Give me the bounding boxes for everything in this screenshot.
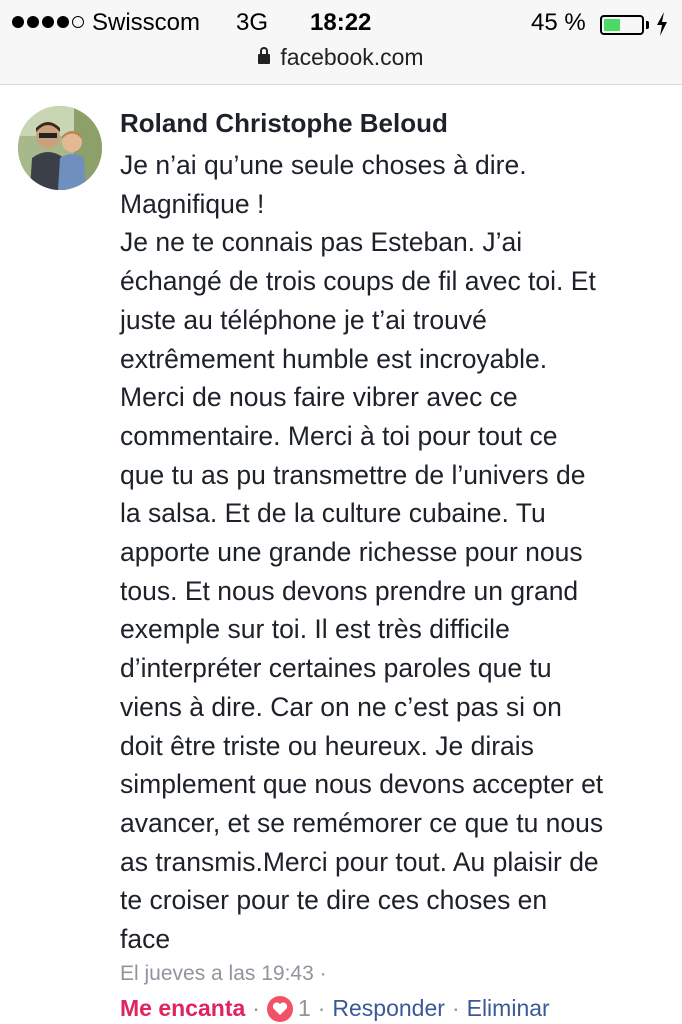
reaction-count[interactable]: 1	[298, 995, 311, 1022]
separator: ·	[252, 995, 260, 1021]
comment-text-line: échangé de trois coups de fil avec toi. …	[120, 266, 596, 297]
battery-percent: 45 %	[531, 9, 586, 36]
comment-text-line: d’interpréter certaines paroles que tu	[120, 653, 552, 684]
network-type: 3G	[236, 9, 269, 36]
carrier-name: Swisscom	[92, 9, 201, 36]
battery-icon	[600, 15, 644, 35]
love-reaction-button[interactable]: Me encanta	[120, 995, 245, 1022]
signal-strength-icon	[12, 16, 84, 28]
comment-text-line: doit être triste ou heureux. Je dirais	[120, 730, 534, 761]
comment-text-line: la salsa. Et de la culture cubaine. Tu	[120, 498, 546, 529]
comment-text-line: juste au téléphone je t’ai trouvé	[120, 304, 487, 335]
comment-text-line: tous. Et nous devons prendre un grand	[120, 575, 579, 606]
heart-icon[interactable]	[266, 995, 293, 1022]
comment-text-line: que tu as pu transmettre de l’univers de	[120, 459, 586, 490]
separator: ·	[451, 995, 460, 1021]
comment-text-line: Je n’ai qu’une seule choses à dire.	[120, 150, 527, 180]
comment-timestamp[interactable]: El jueves a las 19:43 ·	[120, 962, 327, 986]
comment-text-line: Merci de nous faire vibrer avec ce	[120, 382, 518, 413]
battery-nub	[646, 21, 649, 29]
comment-text-line: te croiser pour te dire ces choses en	[120, 885, 548, 916]
delete-button[interactable]: Eliminar	[467, 995, 550, 1022]
charging-bolt-icon	[657, 12, 667, 36]
comment-text-line: avancer, et se remémorer ce que tu nous	[120, 807, 604, 838]
url-text: facebook.com	[280, 44, 424, 70]
comment-text-line: apporte une grande richesse pour nous	[120, 537, 583, 568]
clock: 18:22	[310, 9, 372, 36]
comment-body: Je n’ai qu’une seule choses à dire. Magni…	[120, 146, 680, 959]
separator: ·	[317, 995, 326, 1021]
comment-text-line: simplement que nous devons accepter et	[120, 769, 604, 800]
comment-text-line: face	[120, 924, 171, 955]
comment-actions: Me encanta · 1 · Responder · Eliminar	[120, 995, 550, 1022]
status-bar: Swisscom 3G 18:22 45 %	[0, 6, 682, 40]
comment-text-line: as transmis.Merci pour tout. Au plaisir …	[120, 846, 599, 877]
comment-text-line: exemple sur toi. Il est très difficile	[120, 614, 510, 645]
lock-icon	[258, 47, 271, 64]
comment-text-line: commentaire. Merci à toi pour tout ce	[120, 420, 558, 451]
comment-text-line: Je ne te connais pas Esteban. J’ai	[120, 227, 523, 258]
comment-author-link[interactable]: Roland Christophe Beloud	[120, 108, 448, 139]
comment-text-line: viens à dire. Car on ne c’est pas si on	[120, 691, 562, 722]
address-bar[interactable]: facebook.com	[0, 44, 682, 71]
comment-text-line: Magnifique !	[120, 188, 265, 219]
comment-text-line: extrêmement humble est incroyable.	[120, 343, 548, 374]
avatar[interactable]	[18, 106, 102, 190]
reply-button[interactable]: Responder	[332, 995, 445, 1022]
browser-header: Swisscom 3G 18:22 45 % facebook.com	[0, 0, 682, 85]
